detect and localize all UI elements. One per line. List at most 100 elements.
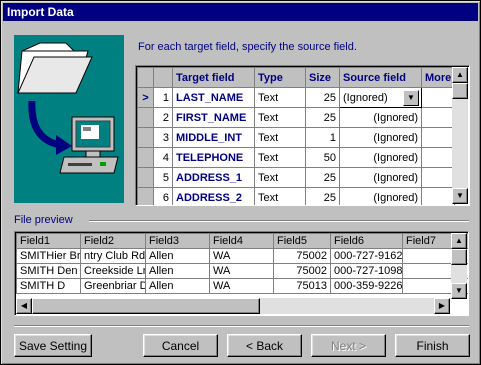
row-number: 4 xyxy=(153,147,173,168)
table-row[interactable]: 4 TELEPHONE Text 50 (Ignored) xyxy=(137,147,455,168)
size-cell[interactable]: 1 xyxy=(305,127,340,148)
preview-vertical-scrollbar[interactable]: ▲ ▼ xyxy=(451,233,467,299)
preview-cell: 75002 xyxy=(273,248,331,264)
folder-icon xyxy=(17,42,93,94)
save-setting-button[interactable]: Save Setting xyxy=(14,334,92,357)
cancel-button[interactable]: Cancel xyxy=(143,334,218,357)
scroll-up-icon[interactable]: ▲ xyxy=(451,233,467,249)
table-row[interactable]: > 1 LAST_NAME Text 25 (Ignored) ▼ xyxy=(137,87,455,108)
row-selector[interactable] xyxy=(137,107,154,128)
import-illustration xyxy=(14,35,124,203)
scroll-thumb[interactable] xyxy=(452,83,468,99)
preview-cell: 75013 xyxy=(273,278,331,294)
source-field-cell[interactable]: (Ignored) xyxy=(339,187,422,205)
row-selector[interactable] xyxy=(137,167,154,188)
table-row[interactable]: SMITH Den Creekside Ln Allen WA 75002 00… xyxy=(16,263,468,279)
preview-cell: 000-727-1098 xyxy=(330,263,403,279)
type-cell[interactable]: Text xyxy=(254,147,306,168)
table-row[interactable]: 5 ADDRESS_1 Text 25 (Ignored) xyxy=(137,167,455,188)
source-field-dropdown[interactable]: (Ignored) ▼ xyxy=(339,87,422,108)
source-field-cell[interactable]: (Ignored) xyxy=(339,107,422,128)
source-field-cell[interactable]: (Ignored) xyxy=(339,167,422,188)
table-row[interactable]: 3 MIDDLE_INT Text 1 (Ignored) xyxy=(137,127,455,148)
row-number: 2 xyxy=(153,107,173,128)
file-preview-label: File preview xyxy=(14,214,73,226)
row-selector-header[interactable] xyxy=(137,67,154,88)
target-field-cell[interactable]: LAST_NAME xyxy=(172,87,255,108)
type-cell[interactable]: Text xyxy=(254,167,306,188)
next-button[interactable]: Next > xyxy=(311,334,386,357)
back-button[interactable]: < Back xyxy=(227,334,302,357)
table-row[interactable]: SMITH D Greenbriar Dr Allen WA 75013 000… xyxy=(16,278,468,294)
col-target-field[interactable]: Target field xyxy=(172,67,255,88)
preview-cell: 000-359-9226 xyxy=(330,278,403,294)
col-type[interactable]: Type xyxy=(254,67,306,88)
preview-col-field6[interactable]: Field6 xyxy=(330,233,403,249)
table-row[interactable]: 6 ADDRESS_2 Text 25 (Ignored) xyxy=(137,187,455,205)
target-field-cell[interactable]: ADDRESS_1 xyxy=(172,167,255,188)
mapping-vertical-scrollbar[interactable]: ▲ ▼ xyxy=(452,67,468,204)
size-cell[interactable]: 25 xyxy=(305,167,340,188)
size-cell[interactable]: 50 xyxy=(305,147,340,168)
more-cell[interactable] xyxy=(421,147,455,168)
target-field-cell[interactable]: TELEPHONE xyxy=(172,147,255,168)
preview-cell: Creekside Ln xyxy=(80,263,146,279)
more-cell[interactable] xyxy=(421,107,455,128)
preview-horizontal-scrollbar[interactable]: ◀ ▶ xyxy=(16,298,450,314)
table-row[interactable]: SMITHier Br ntry Club Rd Allen WA 75002 … xyxy=(16,248,468,264)
preview-cell: WA xyxy=(209,248,274,264)
preview-cell: SMITH D xyxy=(16,278,81,294)
size-cell[interactable]: 25 xyxy=(305,107,340,128)
target-field-cell[interactable]: ADDRESS_2 xyxy=(172,187,255,205)
preview-cell: 000-727-9162 xyxy=(330,248,403,264)
type-cell[interactable]: Text xyxy=(254,127,306,148)
preview-col-field5[interactable]: Field5 xyxy=(273,233,331,249)
scroll-thumb[interactable] xyxy=(451,249,467,265)
more-cell[interactable] xyxy=(421,187,455,205)
col-size[interactable]: Size xyxy=(305,67,340,88)
preview-col-field3[interactable]: Field3 xyxy=(145,233,210,249)
source-field-cell[interactable]: (Ignored) xyxy=(339,127,422,148)
file-preview-grid: Field1 Field2 Field3 Field4 Field5 Field… xyxy=(14,231,469,316)
more-cell[interactable] xyxy=(421,127,455,148)
preview-col-field2[interactable]: Field2 xyxy=(80,233,146,249)
table-row[interactable]: 2 FIRST_NAME Text 25 (Ignored) xyxy=(137,107,455,128)
chevron-down-icon[interactable]: ▼ xyxy=(403,90,419,106)
size-cell[interactable]: 25 xyxy=(305,187,340,205)
size-cell[interactable]: 25 xyxy=(305,87,340,108)
preview-cell: Allen xyxy=(145,278,210,294)
import-data-dialog: Import Data For each target field, speci… xyxy=(0,0,481,365)
preview-cell: SMITHier Br xyxy=(16,248,81,264)
type-cell[interactable]: Text xyxy=(254,87,306,108)
row-selector[interactable] xyxy=(137,147,154,168)
row-number: 5 xyxy=(153,167,173,188)
col-more[interactable]: More xyxy=(421,67,455,88)
row-number: 3 xyxy=(153,127,173,148)
scroll-down-icon[interactable]: ▼ xyxy=(452,188,468,204)
type-cell[interactable]: Text xyxy=(254,107,306,128)
scroll-thumb[interactable] xyxy=(32,298,260,314)
preview-cell: Greenbriar Dr xyxy=(80,278,146,294)
row-number-header[interactable] xyxy=(153,67,173,88)
finish-button[interactable]: Finish xyxy=(395,334,470,357)
type-cell[interactable]: Text xyxy=(254,187,306,205)
target-field-cell[interactable]: MIDDLE_INT xyxy=(172,127,255,148)
row-selector[interactable] xyxy=(137,127,154,148)
col-source-field[interactable]: Source field xyxy=(339,67,422,88)
source-field-cell[interactable]: (Ignored) xyxy=(339,147,422,168)
current-row-marker[interactable]: > xyxy=(137,87,154,108)
more-cell[interactable] xyxy=(421,87,455,108)
target-field-cell[interactable]: FIRST_NAME xyxy=(172,107,255,128)
scroll-left-icon[interactable]: ◀ xyxy=(16,298,32,314)
source-field-value: (Ignored) xyxy=(343,91,388,104)
scroll-right-icon[interactable]: ▶ xyxy=(434,298,450,314)
file-preview-divider xyxy=(89,220,469,222)
scroll-down-icon[interactable]: ▼ xyxy=(451,283,467,299)
field-mapping-grid: Target field Type Size Source field More… xyxy=(135,65,470,206)
scroll-up-icon[interactable]: ▲ xyxy=(452,67,468,83)
preview-col-field1[interactable]: Field1 xyxy=(16,233,81,249)
row-selector[interactable] xyxy=(137,187,154,205)
row-number: 6 xyxy=(153,187,173,205)
more-cell[interactable] xyxy=(421,167,455,188)
preview-col-field4[interactable]: Field4 xyxy=(209,233,274,249)
